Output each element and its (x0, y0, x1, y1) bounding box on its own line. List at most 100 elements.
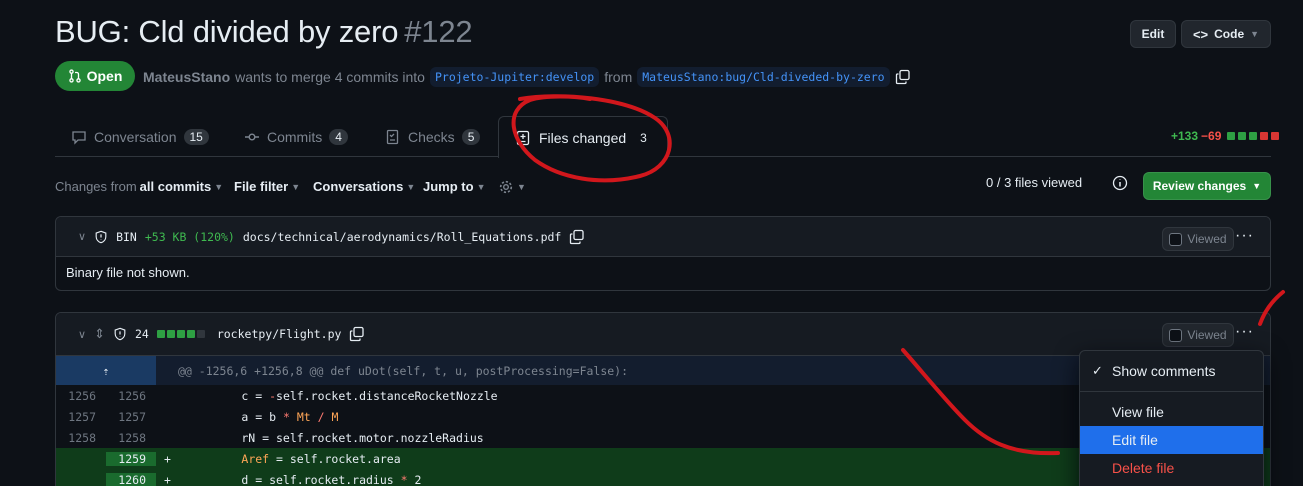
checklist-icon (386, 129, 399, 145)
head-branch[interactable]: MateusStano:bug/Cld-diveded-by-zero (637, 67, 890, 87)
new-line-number[interactable]: 1256 (106, 389, 156, 403)
tab-checks[interactable]: Checks 5 (385, 126, 481, 148)
tab-count: 4 (329, 129, 348, 145)
merge-text: wants to merge 4 commits into (235, 69, 425, 85)
change-block (176, 330, 185, 338)
new-line-number[interactable]: 1257 (106, 410, 156, 424)
shield-icon (95, 230, 107, 243)
deletions-count: −69 (1201, 129, 1222, 143)
old-line-number[interactable]: 1258 (56, 431, 106, 445)
old-line-number[interactable]: 1257 (56, 410, 106, 424)
diff-sign: + (164, 451, 171, 466)
conversations-label: Conversations (313, 179, 404, 194)
change-block (186, 330, 195, 338)
menu-item-view-file[interactable]: View file (1080, 398, 1263, 426)
menu-item-show-comments[interactable]: ✓ Show comments (1080, 357, 1263, 385)
menu-item-label: Delete file (1112, 460, 1175, 476)
edit-button-label: Edit (1141, 27, 1165, 41)
code-line: Aref = self.rocket.area (241, 451, 401, 466)
pr-number: #122 (404, 14, 473, 49)
checkbox-box (1169, 328, 1183, 342)
chevron-down-icon: ▼ (1250, 29, 1260, 39)
file-diff-pdf: ∨ BIN +53 KB (120%) docs/technical/aerod… (55, 216, 1271, 291)
all-commits-label: all commits (139, 179, 212, 194)
conversations-dropdown[interactable]: Conversations ▼ (313, 179, 415, 194)
changes-from-dropdown[interactable]: Changes from all commits ▼ (55, 179, 223, 194)
review-changes-button[interactable]: Review changes ▼ (1143, 172, 1271, 200)
pull-request-icon (68, 69, 81, 83)
tab-label: Commits (267, 129, 323, 145)
new-line-number[interactable]: 1259 (106, 451, 156, 466)
diff-sign: + (164, 472, 171, 486)
code-line: c = -self.rocket.distanceRocketNozzle (186, 388, 498, 403)
file-actions-menu: ✓ Show comments View file Edit file Dele… (1079, 350, 1264, 486)
tab-count: 15 (183, 129, 209, 145)
diff-settings-dropdown[interactable]: ▼ (498, 179, 526, 195)
change-block (156, 330, 165, 338)
change-bar (156, 330, 205, 338)
bin-badge: BIN (116, 229, 137, 244)
viewed-checkbox[interactable]: Viewed (1162, 227, 1234, 251)
page-title: BUG: Cld divided by zero #122 (55, 14, 473, 50)
chevron-down-icon: ▼ (476, 181, 486, 192)
status-label: Open (86, 68, 123, 84)
kebab-menu-icon[interactable]: ··· (1235, 323, 1254, 341)
menu-item-edit-file[interactable]: Edit file (1080, 426, 1263, 454)
diffstat: +133 −69 (1171, 129, 1280, 143)
diffstat-block (1227, 132, 1236, 140)
copy-icon[interactable] (569, 229, 585, 245)
collapse-chevron-icon[interactable]: ∨ (78, 328, 86, 341)
change-block (166, 330, 175, 338)
copy-icon[interactable] (895, 69, 911, 85)
code-line: a = b * Mt / M (186, 409, 339, 424)
base-branch[interactable]: Projeto-Jupiter:develop (429, 67, 600, 87)
file-filter-label: File filter (234, 179, 289, 194)
menu-item-label: View file (1112, 404, 1164, 420)
new-line-number[interactable]: 1258 (106, 431, 156, 445)
hunk-text: @@ -1256,6 +1256,8 @@ def uDot(self, t, … (178, 363, 629, 378)
copy-icon[interactable] (349, 326, 365, 342)
kebab-menu-icon[interactable]: ··· (1235, 227, 1254, 245)
file-path[interactable]: docs/technical/aerodynamics/Roll_Equatio… (243, 230, 562, 244)
viewed-checkbox[interactable]: Viewed (1162, 323, 1234, 347)
collapse-chevron-icon[interactable]: ∨ (78, 230, 86, 243)
info-icon[interactable] (1112, 175, 1128, 191)
code-button[interactable]: <> Code ▼ (1181, 20, 1271, 48)
menu-item-delete-file[interactable]: Delete file (1080, 454, 1263, 482)
chevron-down-icon: ▼ (517, 182, 526, 192)
status-badge: Open (55, 61, 135, 91)
review-changes-label: Review changes (1152, 179, 1247, 193)
check-icon: ✓ (1092, 363, 1103, 378)
file-filter-dropdown[interactable]: File filter ▼ (234, 179, 300, 194)
changes-from-label: Changes from (55, 179, 137, 194)
file-path[interactable]: rocketpy/Flight.py (217, 327, 342, 341)
chevron-down-icon: ▼ (406, 181, 416, 192)
code-line: d = self.rocket.radius * 2 (186, 472, 422, 486)
tab-label: Conversation (94, 129, 177, 145)
code-line: rN = self.rocket.motor.nozzleRadius (186, 430, 484, 445)
chevron-down-icon: ▼ (291, 181, 301, 192)
expand-up-icon[interactable]: ⇡ (56, 356, 156, 385)
tab-conversation[interactable]: Conversation 15 (71, 126, 209, 148)
author-link[interactable]: MateusStano (143, 69, 230, 85)
from-text: from (604, 69, 633, 85)
tab-commits[interactable]: Commits 4 (244, 126, 348, 148)
old-line-number[interactable]: 1256 (56, 389, 106, 403)
chevron-down-icon: ▼ (214, 181, 224, 192)
menu-item-label: Edit file (1112, 432, 1158, 448)
comment-icon (72, 131, 86, 145)
file-header: ∨ BIN +53 KB (120%) docs/technical/aerod… (56, 217, 1270, 257)
tab-count: 5 (461, 129, 481, 145)
jump-to-dropdown[interactable]: Jump to ▼ (423, 179, 485, 194)
gear-icon (499, 180, 513, 194)
viewed-label: Viewed (1187, 232, 1227, 246)
tab-label: Files changed (539, 129, 627, 146)
expand-all-icon[interactable]: ⇕ (94, 326, 105, 342)
diffstat-block (1249, 132, 1258, 140)
edit-button[interactable]: Edit (1130, 20, 1176, 48)
change-block (196, 330, 205, 338)
menu-divider (1080, 391, 1263, 392)
commit-icon (245, 133, 259, 141)
tab-files-changed[interactable]: Files changed 3 (498, 116, 668, 158)
new-line-number[interactable]: 1260 (106, 472, 156, 486)
